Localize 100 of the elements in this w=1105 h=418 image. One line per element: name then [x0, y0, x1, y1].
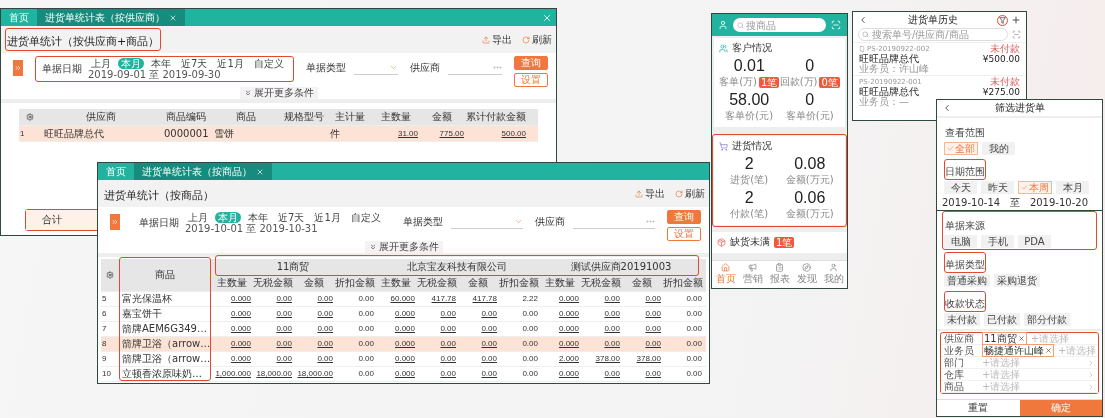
close-icon[interactable]	[256, 167, 264, 176]
filter-chip[interactable]: PDA	[1018, 235, 1051, 248]
profile-icon[interactable]	[718, 20, 728, 30]
table-cell[interactable]: 0.00	[621, 337, 662, 351]
table-cell[interactable]: 378.00	[580, 352, 621, 366]
date-option[interactable]: 近1月	[214, 58, 247, 69]
table-cell[interactable]: 0.00	[580, 367, 621, 381]
filter-chip[interactable]: 电脑	[944, 235, 977, 248]
table-cell[interactable]: 0.000	[375, 307, 416, 321]
date-option[interactable]: 自定义	[347, 212, 384, 223]
table-cell[interactable]: 0.00	[293, 337, 334, 351]
export-button[interactable]: 导出	[482, 32, 512, 47]
tab[interactable]: 进货单统计表（按商品）	[134, 163, 272, 180]
refresh-button[interactable]: 刷新	[675, 186, 705, 201]
filter-chip[interactable]: 今天	[944, 181, 977, 194]
back-button[interactable]	[942, 103, 952, 113]
table-cell[interactable]: 2.000	[539, 352, 580, 366]
date-option[interactable]: 上月	[185, 212, 211, 223]
filter-chip[interactable]: 本月	[1056, 181, 1089, 194]
refresh-button[interactable]: 刷新	[522, 32, 552, 47]
table-cell[interactable]: 0.000	[539, 337, 580, 351]
table-cell[interactable]: 0.000	[211, 322, 252, 336]
filter-chip[interactable]: 采购退货	[994, 274, 1040, 287]
table-row[interactable]: 10 立顿香浓原味奶… 1,000.000 18,000.00 18,000.00 0.00 0.000 0.00 0.00 0.00 0.000 0.00 0.00 0.00	[101, 367, 706, 382]
date-option[interactable]: 本年	[245, 212, 271, 223]
table-cell[interactable]: 31.00	[373, 126, 419, 141]
table-cell[interactable]: 0.000	[375, 352, 416, 366]
nav-item[interactable]: 我的	[823, 263, 844, 286]
remove-icon[interactable]	[1017, 335, 1025, 342]
filter-chip[interactable]: 未付款	[944, 313, 980, 326]
table-cell[interactable]: 0.000	[375, 322, 416, 336]
table-cell[interactable]: 0.00	[416, 337, 457, 351]
table-cell[interactable]: 0.00	[621, 307, 662, 321]
table-row[interactable]: 6 嘉宝饼干 0.000 0.00 0.00 0.00 0.000 0.00 0.00 0.00 0.000 0.00 0.00 0.00	[101, 307, 706, 322]
table-cell[interactable]: 0.00	[293, 292, 334, 306]
filter-chip[interactable]: 普通采购	[944, 274, 990, 287]
nav-item[interactable]: 发现	[796, 263, 817, 286]
filter-chip[interactable]: 昨天	[981, 181, 1014, 194]
scan-icon[interactable]	[831, 20, 841, 30]
table-cell[interactable]: 0.000	[375, 367, 416, 381]
table-cell[interactable]: 0.00	[252, 307, 293, 321]
table-cell[interactable]: 0.000	[375, 337, 416, 351]
expand-more-button[interactable]: 展开更多条件	[364, 241, 443, 253]
table-cell[interactable]: 417.78	[416, 292, 457, 306]
date-option[interactable]: 近1月	[311, 212, 344, 223]
table-cell[interactable]: 0.00	[457, 322, 498, 336]
table-cell[interactable]: 0.000	[539, 292, 580, 306]
table-cell[interactable]: 0.000	[539, 367, 580, 381]
expand-more-button[interactable]: 展开更多条件	[239, 87, 318, 99]
nav-item[interactable]: 报表	[769, 263, 790, 286]
table-cell[interactable]: 18,000.00	[293, 367, 334, 381]
table-cell[interactable]: 0.000	[211, 307, 252, 321]
expand-toggle[interactable]	[13, 60, 23, 76]
filter-chip[interactable]: 手机	[981, 235, 1014, 248]
table-cell[interactable]: 0.00	[580, 292, 621, 306]
table-cell[interactable]: 0.00	[580, 322, 621, 336]
table-row[interactable]: 8 箭牌卫浴（arrow… 0.000 0.00 0.00 0.00 0.000 0.00 0.00 0.00 0.000 0.00 0.00 0.00	[101, 337, 706, 352]
nav-item[interactable]: 营销	[742, 263, 763, 286]
export-button[interactable]: 导出	[635, 186, 665, 201]
table-cell[interactable]: 0.00	[293, 322, 334, 336]
table-cell[interactable]: 0.00	[252, 292, 293, 306]
filter-chip[interactable]: 已付款	[984, 313, 1020, 326]
table-cell[interactable]: 0.00	[580, 337, 621, 351]
table-cell[interactable]: 0.000	[539, 307, 580, 321]
table-cell[interactable]: 417.78	[457, 292, 498, 306]
filter-chip[interactable]: 部分付款	[1024, 313, 1070, 326]
date-option[interactable]: 近7天	[275, 212, 308, 223]
settings-icon[interactable]	[106, 271, 114, 279]
table-cell[interactable]: 0.00	[416, 352, 457, 366]
table-cell[interactable]: 0.00	[621, 292, 662, 306]
table-cell[interactable]: 0.000	[211, 337, 252, 351]
scan-icon[interactable]	[1012, 30, 1021, 39]
table-cell[interactable]: 1,000.000	[211, 367, 252, 381]
filter-button[interactable]	[997, 14, 1008, 26]
expand-toggle[interactable]	[110, 214, 120, 230]
table-cell[interactable]: 0.00	[580, 307, 621, 321]
table-row[interactable]: 7 箭牌AEM6G349… 0.000 0.00 0.00 0.00 0.000 0.00 0.00 0.00 0.000 0.00 0.00 0.00	[101, 322, 706, 337]
table-cell[interactable]: 0.00	[416, 322, 457, 336]
table-cell[interactable]: 0.000	[211, 352, 252, 366]
table-cell[interactable]: 0.00	[252, 337, 293, 351]
date-option[interactable]: 上月	[88, 58, 114, 69]
table-cell[interactable]: 0.00	[621, 322, 662, 336]
table-cell[interactable]: 0.000	[539, 322, 580, 336]
table-cell[interactable]: 0.00	[252, 352, 293, 366]
table-row[interactable]: 5 富光保温杯 0.000 0.00 0.00 0.00 60.000 417.78 417.78 2.22 0.000 0.00 0.00 0.00	[101, 292, 706, 307]
filter-chip[interactable]: 我的	[982, 142, 1015, 155]
table-cell[interactable]: 0.000	[211, 292, 252, 306]
date-option[interactable]: 自定义	[250, 58, 287, 69]
remove-icon[interactable]	[1045, 347, 1052, 354]
table-cell[interactable]: 0.00	[252, 322, 293, 336]
table-cell[interactable]: 0.00	[416, 367, 457, 381]
table-row[interactable]: 9 箭牌卫浴（arrow… 0.000 0.00 0.00 0.00 0.000 0.00 0.00 0.00 2.000 378.00 378.00 0.00	[101, 352, 706, 367]
add-button[interactable]	[1011, 15, 1021, 25]
table-cell[interactable]: 378.00	[621, 352, 662, 366]
table-cell[interactable]: 0.00	[457, 337, 498, 351]
table-cell[interactable]: 60.000	[375, 292, 416, 306]
table-cell[interactable]: 18,000.00	[252, 367, 293, 381]
search-field[interactable]: 搜索单号/供应商/商品	[858, 28, 1008, 41]
search-field[interactable]: 搜商品	[733, 18, 826, 32]
date-option[interactable]: 近7天	[178, 58, 211, 69]
